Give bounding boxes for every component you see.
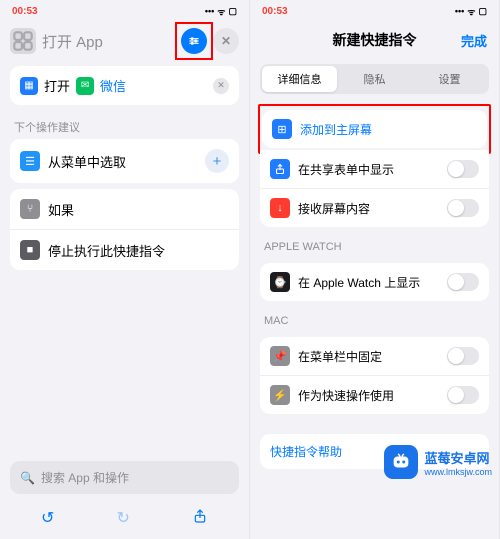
pin-toggle[interactable] [447, 347, 479, 365]
details-button[interactable] [181, 28, 207, 54]
redo-button[interactable]: ↻ [117, 508, 130, 529]
watch-toggle[interactable] [447, 273, 479, 291]
suggestion-label: 如果 [48, 200, 74, 219]
suggestions-header: 下个操作建议 [0, 111, 249, 139]
status-bar: 00:53 ••• ᯤ ▢ [250, 0, 499, 22]
quick-action-toggle[interactable] [447, 386, 479, 404]
segmented-control[interactable]: 详细信息 隐私 设置 [260, 64, 489, 94]
suggestion-menu-select[interactable]: ☰ 从菜单中选取 + [10, 139, 239, 183]
search-placeholder: 搜索 App 和操作 [41, 469, 129, 486]
done-button[interactable]: 完成 [461, 31, 487, 50]
receive-toggle[interactable] [447, 199, 479, 217]
quick-action-icon: ⚡ [270, 385, 290, 405]
share-icon [270, 159, 290, 179]
status-indicators: ••• ᯤ ▢ [205, 5, 237, 18]
row-label: 在 Apple Watch 上显示 [298, 274, 420, 291]
mac-header: MAC [250, 307, 499, 331]
share-button[interactable] [192, 508, 208, 529]
tab-privacy[interactable]: 隐私 [337, 66, 412, 92]
show-on-apple-watch[interactable]: ⌚ 在 Apple Watch 上显示 [260, 263, 489, 301]
search-field[interactable]: 🔍 搜索 App 和操作 [10, 461, 239, 494]
row-label: 在共享表单中显示 [298, 161, 394, 178]
shortcuts-app-icon [10, 28, 36, 54]
if-icon: ⑂ [20, 199, 40, 219]
watermark-icon [384, 445, 418, 479]
pin-icon: 📌 [270, 346, 290, 366]
row-label: 添加到主屏幕 [300, 121, 372, 138]
plus-icon: ⊞ [272, 119, 292, 139]
use-as-quick-action[interactable]: ⚡ 作为快速操作使用 [260, 376, 489, 414]
receive-icon: ↓ [270, 198, 290, 218]
right-title: 新建快捷指令 [333, 30, 417, 50]
row-label: 作为快速操作使用 [298, 387, 394, 404]
suggestion-stop[interactable]: ■ 停止执行此快捷指令 [10, 230, 239, 270]
right-header: 新建快捷指令 完成 [250, 22, 499, 58]
app-name: 微信 [100, 76, 126, 95]
status-bar: 00:53 ••• ᯤ ▢ [0, 0, 249, 22]
tab-details[interactable]: 详细信息 [262, 66, 337, 92]
close-button[interactable]: ✕ [213, 28, 239, 54]
receive-screen-content[interactable]: ↓ 接收屏幕内容 [260, 189, 489, 227]
clear-action-button[interactable]: ✕ [213, 78, 229, 94]
add-suggestion-button[interactable]: + [205, 149, 229, 173]
row-label: 接收屏幕内容 [298, 200, 370, 217]
open-app-action-card[interactable]: ▦ 打开 ✉ 微信 ✕ [10, 66, 239, 105]
highlight-box-2: ⊞ 添加到主屏幕 [258, 104, 491, 154]
row-label: 在菜单栏中固定 [298, 348, 382, 365]
help-label: 快捷指令帮助 [270, 443, 342, 460]
wechat-icon: ✉ [76, 77, 94, 95]
suggestion-label: 停止执行此快捷指令 [48, 241, 165, 260]
status-indicators: ••• ᯤ ▢ [455, 5, 487, 18]
watermark-url: www.lmksjw.com [424, 467, 492, 477]
apple-watch-header: APPLE WATCH [250, 233, 499, 257]
open-app-icon: ▦ [20, 77, 38, 95]
watermark-title: 蓝莓安卓网 [424, 448, 492, 467]
stop-icon: ■ [20, 240, 40, 260]
bottom-toolbar: ↺ ↻ [0, 500, 249, 539]
watermark: 蓝莓安卓网 www.lmksjw.com [384, 445, 492, 479]
open-label: 打开 [44, 76, 70, 95]
suggestion-label: 从菜单中选取 [48, 152, 126, 171]
pin-in-menubar[interactable]: 📌 在菜单栏中固定 [260, 337, 489, 376]
watch-icon: ⌚ [270, 272, 290, 292]
left-header: 打开 App ✕ [0, 22, 249, 60]
add-to-home-screen[interactable]: ⊞ 添加到主屏幕 [262, 110, 487, 148]
left-title: 打开 App [42, 31, 175, 52]
tab-settings[interactable]: 设置 [412, 66, 487, 92]
status-time: 00:53 [12, 6, 38, 17]
undo-button[interactable]: ↺ [41, 508, 54, 529]
show-in-share-sheet[interactable]: 在共享表单中显示 [260, 150, 489, 189]
share-sheet-toggle[interactable] [447, 160, 479, 178]
status-time: 00:53 [262, 6, 288, 17]
suggestion-if[interactable]: ⑂ 如果 [10, 189, 239, 230]
menu-icon: ☰ [20, 151, 40, 171]
search-icon: 🔍 [20, 471, 35, 485]
